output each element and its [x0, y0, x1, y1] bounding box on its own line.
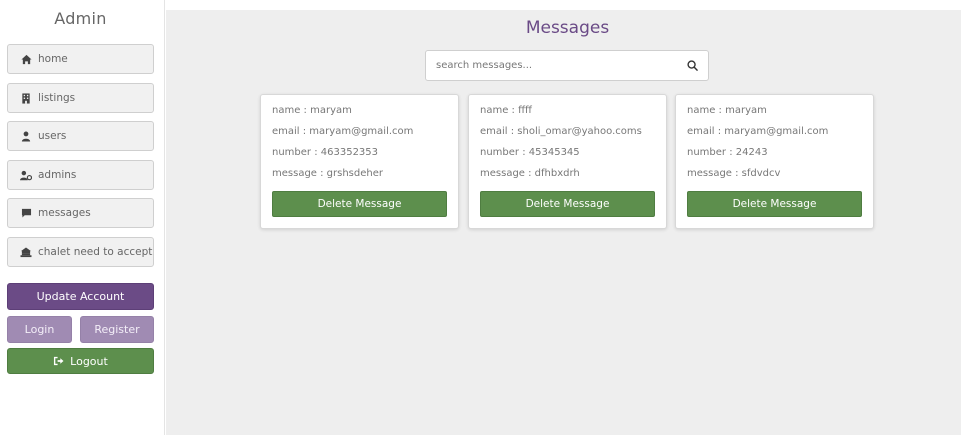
message-email: email : maryam@gmail.com: [272, 126, 414, 137]
sidebar-item-label: users: [38, 130, 67, 142]
login-button[interactable]: Login: [7, 316, 72, 343]
comment-icon: [20, 207, 32, 219]
sidebar-item-home[interactable]: home: [7, 44, 154, 74]
message-text: message : sfdvdcv: [687, 168, 781, 179]
delete-message-button[interactable]: Delete Message: [687, 191, 862, 217]
logout-label: Logout: [70, 354, 108, 368]
sidebar-item-admins[interactable]: admins: [7, 160, 154, 190]
user-icon: [20, 130, 32, 142]
sidebar-item-label: admins: [38, 169, 77, 181]
sign-out-icon: [53, 356, 64, 366]
sidebar: Admin home listings users admins message…: [0, 0, 165, 435]
sidebar-item-chalet[interactable]: chalet need to accept: [7, 237, 154, 267]
sidebar-item-users[interactable]: users: [7, 121, 154, 151]
sidebar-item-label: messages: [38, 207, 91, 219]
home-icon: [20, 53, 32, 65]
message-text: message : grshsdeher: [272, 168, 383, 179]
building-icon: [20, 92, 32, 104]
search-icon: [686, 56, 698, 75]
sidebar-item-listings[interactable]: listings: [7, 83, 154, 113]
sidebar-title: Admin: [54, 9, 107, 28]
message-name: name : maryam: [272, 105, 352, 116]
message-name: name : ffff: [480, 105, 532, 116]
message-email: email : sholi_omar@yahoo.coms: [480, 126, 642, 137]
delete-message-button[interactable]: Delete Message: [480, 191, 655, 217]
message-number: number : 463352353: [272, 147, 379, 158]
message-card: name : maryam email : maryam@gmail.com n…: [675, 94, 874, 229]
delete-message-button[interactable]: Delete Message: [272, 191, 447, 217]
search-bar: [425, 50, 709, 81]
search-button[interactable]: [676, 51, 708, 80]
message-card: name : ffff email : sholi_omar@yahoo.com…: [468, 94, 667, 229]
laptop-house-icon: [20, 246, 32, 258]
sidebar-item-messages[interactable]: messages: [7, 198, 154, 228]
message-name: name : maryam: [687, 105, 767, 116]
message-text: message : dfhbxdrh: [480, 168, 580, 179]
page-title: Messages: [525, 18, 610, 38]
register-button[interactable]: Register: [80, 316, 154, 343]
message-number: number : 45345345: [480, 147, 580, 158]
message-email: email : maryam@gmail.com: [687, 126, 829, 137]
message-card: name : maryam email : maryam@gmail.com n…: [260, 94, 459, 229]
update-account-button[interactable]: Update Account: [7, 283, 154, 310]
main-content: Messages name : maryam email : maryam@gm…: [166, 10, 961, 435]
sidebar-item-label: chalet need to accept: [38, 246, 153, 258]
message-number: number : 24243: [687, 147, 768, 158]
sidebar-item-label: listings: [38, 92, 76, 104]
sidebar-item-label: home: [38, 53, 68, 65]
user-cog-icon: [20, 169, 32, 181]
logout-button[interactable]: Logout: [7, 348, 154, 374]
search-input[interactable]: [426, 51, 676, 80]
